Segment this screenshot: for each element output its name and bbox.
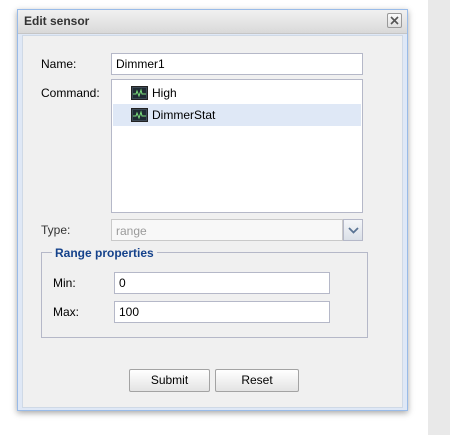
command-item-label: High <box>152 86 177 100</box>
command-icon <box>131 86 148 100</box>
command-label: Command: <box>41 86 100 100</box>
type-select[interactable]: range <box>111 219 363 241</box>
command-item-high[interactable]: High <box>113 82 361 104</box>
type-select-value[interactable]: range <box>111 219 343 241</box>
range-properties-fieldset <box>41 252 368 338</box>
type-label: Type: <box>41 223 71 237</box>
type-select-trigger[interactable] <box>343 219 363 241</box>
range-properties-legend: Range properties <box>52 246 157 260</box>
close-button[interactable] <box>387 13 402 28</box>
command-tree[interactable]: High DimmerStat <box>111 79 363 213</box>
submit-button[interactable]: Submit <box>129 369 210 392</box>
chevron-down-icon <box>348 227 359 234</box>
name-input[interactable] <box>111 53 363 75</box>
close-icon <box>390 16 399 25</box>
dialog-header[interactable]: Edit sensor <box>18 10 407 34</box>
max-input[interactable] <box>114 301 330 323</box>
page-background-strip <box>428 0 450 435</box>
min-label: Min: <box>53 276 76 290</box>
command-item-dimmerstat[interactable]: DimmerStat <box>113 104 361 126</box>
reset-button[interactable]: Reset <box>215 369 299 392</box>
command-item-label: DimmerStat <box>152 108 216 122</box>
min-input[interactable] <box>114 272 330 294</box>
max-label: Max: <box>53 305 80 319</box>
dialog-title: Edit sensor <box>24 14 90 28</box>
command-icon <box>131 108 148 122</box>
name-label: Name: <box>41 57 77 71</box>
